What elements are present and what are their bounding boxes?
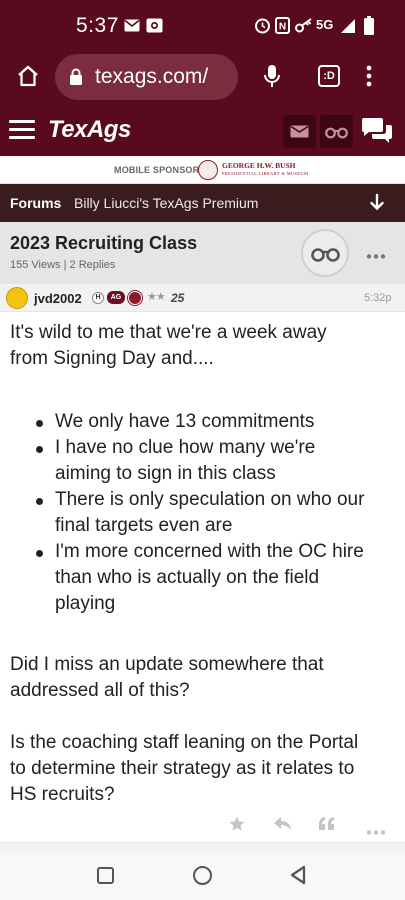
address-bar[interactable]: texags.com/ <box>55 54 238 100</box>
post-more-icon[interactable] <box>366 822 386 840</box>
next-post-header <box>0 842 405 852</box>
signal-icon <box>340 18 356 39</box>
post-body: It's wild to me that we're a week away f… <box>0 312 405 808</box>
watched-threads-button[interactable] <box>320 115 353 148</box>
mail-icon <box>124 19 140 37</box>
bullet-text: We only have 13 commitments <box>55 411 315 432</box>
lock-icon <box>69 68 83 91</box>
sponsor-name: GEORGE H.W. BUSH <box>222 161 296 170</box>
seal-icon <box>198 160 218 180</box>
messages-button[interactable] <box>283 115 316 148</box>
bullet-icon <box>36 420 43 427</box>
thread-meta: 155 Views | 2 Replies <box>10 259 116 271</box>
status-time: 5:37 <box>76 14 119 37</box>
school-logo-icon <box>128 291 142 305</box>
badge-ag: AG <box>107 291 125 304</box>
post-actions <box>0 808 405 842</box>
star-rating: ★★ <box>147 291 166 303</box>
reply-icon[interactable] <box>273 816 292 836</box>
avatar[interactable] <box>6 287 28 309</box>
envelope-icon <box>290 125 309 138</box>
tab-switcher-button[interactable]: :D <box>318 65 340 87</box>
site-header: TexAgs <box>0 108 405 156</box>
svg-text:N: N <box>279 22 286 33</box>
watch-thread-button[interactable] <box>301 229 349 277</box>
texags-logo[interactable]: TexAgs <box>48 116 131 144</box>
post-text-line: It's wild to me that we're a week away <box>10 322 327 343</box>
thread-title: 2023 Recruiting Class <box>10 233 198 253</box>
post-text-line: HS recruits? <box>10 784 115 805</box>
arrow-down-icon[interactable] <box>368 193 386 216</box>
bullet-text: than who is actually on the field <box>55 567 320 588</box>
post-timestamp: 5:32p <box>364 292 392 304</box>
sponsor-subtitle: PRESIDENTIAL LIBRARY & MUSEUM <box>222 171 309 176</box>
bullet-text: I'm more concerned with the OC hire <box>55 541 364 562</box>
bullet-text: aiming to sign in this class <box>55 463 276 484</box>
browser-toolbar: texags.com/ :D <box>0 52 405 108</box>
hamburger-menu-icon[interactable] <box>9 120 35 140</box>
camera-icon <box>146 18 163 38</box>
back-button[interactable] <box>288 865 308 890</box>
thread-header: 2023 Recruiting Class 155 Views | 2 Repl… <box>0 222 405 284</box>
browser-menu-icon[interactable] <box>366 64 372 93</box>
home-icon[interactable] <box>16 64 40 88</box>
bullet-text: There is only speculation on who our <box>55 489 365 510</box>
bullet-icon <box>36 550 43 557</box>
bullet-icon <box>36 498 43 505</box>
binoculars-icon <box>311 248 340 262</box>
recents-button[interactable] <box>97 867 114 884</box>
quote-icon[interactable] <box>318 816 336 836</box>
bullet-icon <box>36 446 43 453</box>
microphone-icon[interactable] <box>263 64 281 93</box>
nfc-icon: N <box>275 17 290 39</box>
alarm-icon <box>254 17 271 39</box>
system-nav-bar <box>0 852 405 900</box>
bullet-text: playing <box>55 593 116 614</box>
post-text-line: Did I miss an update somewhere that <box>10 654 324 675</box>
network-type: 5G <box>316 17 334 32</box>
rank-badge: 25 <box>171 291 185 305</box>
bullet-text: I have no clue how many we're <box>55 437 316 458</box>
forums-link[interactable]: Forums <box>10 195 61 211</box>
more-options-icon[interactable] <box>366 246 386 264</box>
post-text-line: addressed all of this? <box>10 680 190 701</box>
badge-h: H <box>92 292 104 304</box>
chat-icon[interactable] <box>360 117 394 150</box>
url-text: texags.com/ <box>95 65 209 88</box>
sponsor-label: MOBILE SPONSOR <box>114 165 200 175</box>
username[interactable]: jvd2002 <box>34 291 82 306</box>
post-text-line: to determine their strategy as it relate… <box>10 758 355 779</box>
status-bar: 5:37 N 5G <box>0 0 405 52</box>
star-icon[interactable] <box>228 815 246 838</box>
post-text-line: from Signing Day and.... <box>10 348 214 369</box>
bullet-text: final targets even are <box>55 515 233 536</box>
key-icon <box>295 18 313 38</box>
post-text-line: Is the coaching staff leaning on the Por… <box>10 732 359 753</box>
binoculars-icon <box>325 127 348 139</box>
home-button[interactable] <box>193 866 212 885</box>
post-author-row: jvd2002 H AG ★★ 25 5:32p <box>0 284 405 312</box>
mobile-sponsor-banner[interactable]: MOBILE SPONSOR GEORGE H.W. BUSH PRESIDEN… <box>0 156 405 184</box>
forum-breadcrumb-bar: Forums Billy Liucci's TexAgs Premium <box>0 184 405 222</box>
forum-name-link[interactable]: Billy Liucci's TexAgs Premium <box>74 195 258 211</box>
battery-icon <box>364 16 374 40</box>
